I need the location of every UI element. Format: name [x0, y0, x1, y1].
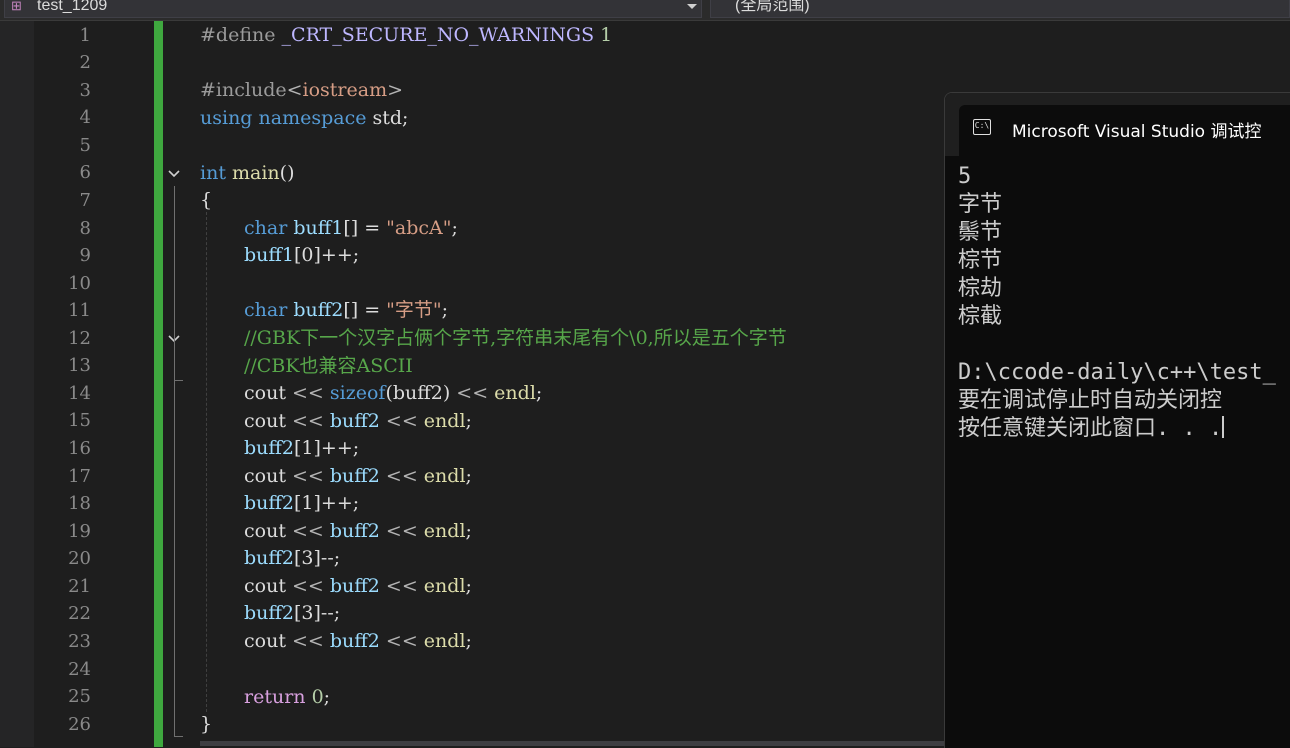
console-line: 鬃节	[958, 220, 1003, 245]
code-line[interactable]: cout << sizeof(buff2) << endl;	[244, 380, 542, 407]
console-line: 5	[958, 164, 972, 189]
line-number: 16	[68, 438, 91, 459]
line-number: 15	[68, 410, 91, 431]
scope-dropdown[interactable]: (全局范围)	[710, 0, 1290, 18]
line-number: 25	[68, 686, 91, 707]
line-number: 3	[79, 80, 91, 101]
code-line[interactable]: cout << buff2 << endl;	[244, 408, 472, 435]
line-number: 8	[79, 218, 91, 239]
line-number: 24	[68, 659, 91, 680]
line-number: 19	[68, 521, 91, 542]
console-title: Microsoft Visual Studio 调试控	[1012, 122, 1262, 142]
left-tool-strip	[0, 21, 35, 747]
text-cursor	[1222, 416, 1225, 438]
line-number: 7	[79, 190, 91, 211]
line-number: 22	[68, 603, 91, 624]
chevron-down-icon	[687, 4, 697, 9]
code-line[interactable]: cout << buff2 << endl;	[244, 628, 472, 655]
code-line[interactable]: cout << buff2 << endl;	[244, 463, 472, 490]
code-line[interactable]: buff2[1]++;	[244, 490, 359, 517]
line-number: 11	[68, 300, 91, 321]
change-tracking-bar	[154, 21, 163, 747]
project-icon: ⊞	[11, 0, 22, 13]
line-number: 17	[68, 466, 91, 487]
line-number: 21	[68, 576, 91, 597]
code-line[interactable]: //CBK也兼容ASCII	[244, 353, 413, 380]
console-tab[interactable]: C:\ Microsoft Visual Studio 调试控 ✕	[959, 105, 1290, 156]
line-number: 1	[79, 25, 91, 46]
console-line: 要在调试停止时自动关闭控	[958, 388, 1223, 413]
debug-console-window[interactable]: C:\ Microsoft Visual Studio 调试控 ✕ 5 字节鬃节棕…	[944, 92, 1290, 748]
console-line: 棕截	[958, 304, 1003, 329]
line-number: 26	[68, 714, 91, 735]
line-number: 20	[68, 548, 91, 569]
line-number: 23	[68, 631, 91, 652]
line-number: 9	[79, 245, 91, 266]
code-line[interactable]: buff2[1]++;	[244, 435, 359, 462]
code-line[interactable]: using namespace std;	[200, 105, 408, 132]
code-line[interactable]: buff2[3]--;	[244, 600, 340, 627]
code-line[interactable]: //GBK下一个汉字占俩个字节,字符串末尾有个\0,所以是五个字节	[244, 325, 787, 352]
line-number: 10	[68, 273, 91, 294]
fold-range-line	[174, 186, 175, 737]
console-line: D:\ccode-daily\c++\test_	[958, 360, 1276, 385]
indent-guide	[206, 212, 207, 712]
line-number: 2	[79, 52, 91, 73]
code-line[interactable]: char buff1[] = "abcA";	[244, 215, 458, 242]
code-line[interactable]: cout << buff2 << endl;	[244, 518, 472, 545]
code-line[interactable]: buff2[3]--;	[244, 545, 340, 572]
console-output: 5 字节鬃节棕节棕劫棕截 D:\ccode-daily\c++\test_ 要在调试停…	[958, 163, 1290, 443]
console-title-bar[interactable]: C:\ Microsoft Visual Studio 调试控 ✕	[945, 93, 1290, 156]
line-number: 13	[68, 355, 91, 376]
console-line: 字节	[958, 192, 1003, 217]
code-line[interactable]: int main()	[200, 160, 295, 187]
console-line: 棕节	[958, 248, 1003, 273]
project-dropdown-label: test_1209	[37, 0, 108, 14]
code-line[interactable]: char buff2[] = "字节";	[244, 297, 448, 324]
code-line[interactable]: #define _CRT_SECURE_NO_WARNINGS 1	[200, 22, 612, 49]
line-number: 4	[79, 107, 91, 128]
navigation-bar: ⊞ test_1209 (全局范围)	[0, 0, 1290, 21]
fold-chevron-icon[interactable]	[167, 167, 181, 181]
fold-range-line	[174, 736, 183, 737]
line-number: 5	[79, 135, 91, 156]
code-line[interactable]: {	[200, 187, 212, 214]
project-dropdown[interactable]: ⊞ test_1209	[4, 0, 702, 18]
line-number: 14	[68, 383, 91, 404]
code-line[interactable]: return 0;	[244, 684, 330, 711]
code-line[interactable]: cout << buff2 << endl;	[244, 573, 472, 600]
line-number: 6	[79, 162, 91, 183]
code-line[interactable]: }	[200, 711, 212, 738]
horizontal-scrollbar[interactable]	[200, 741, 944, 746]
fold-range-line	[174, 380, 183, 381]
line-number: 12	[68, 328, 91, 349]
code-line[interactable]: buff1[0]++;	[244, 242, 359, 269]
line-number: 18	[68, 493, 91, 514]
code-line[interactable]: #include<iostream>	[200, 77, 403, 104]
terminal-icon: C:\	[973, 119, 991, 135]
console-line-with-cursor: 按任意键关闭此窗口. . .	[958, 415, 1290, 443]
console-line: 按任意键关闭此窗口. . .	[958, 416, 1223, 441]
console-line: 棕劫	[958, 276, 1003, 301]
scope-dropdown-label: (全局范围)	[735, 0, 810, 14]
